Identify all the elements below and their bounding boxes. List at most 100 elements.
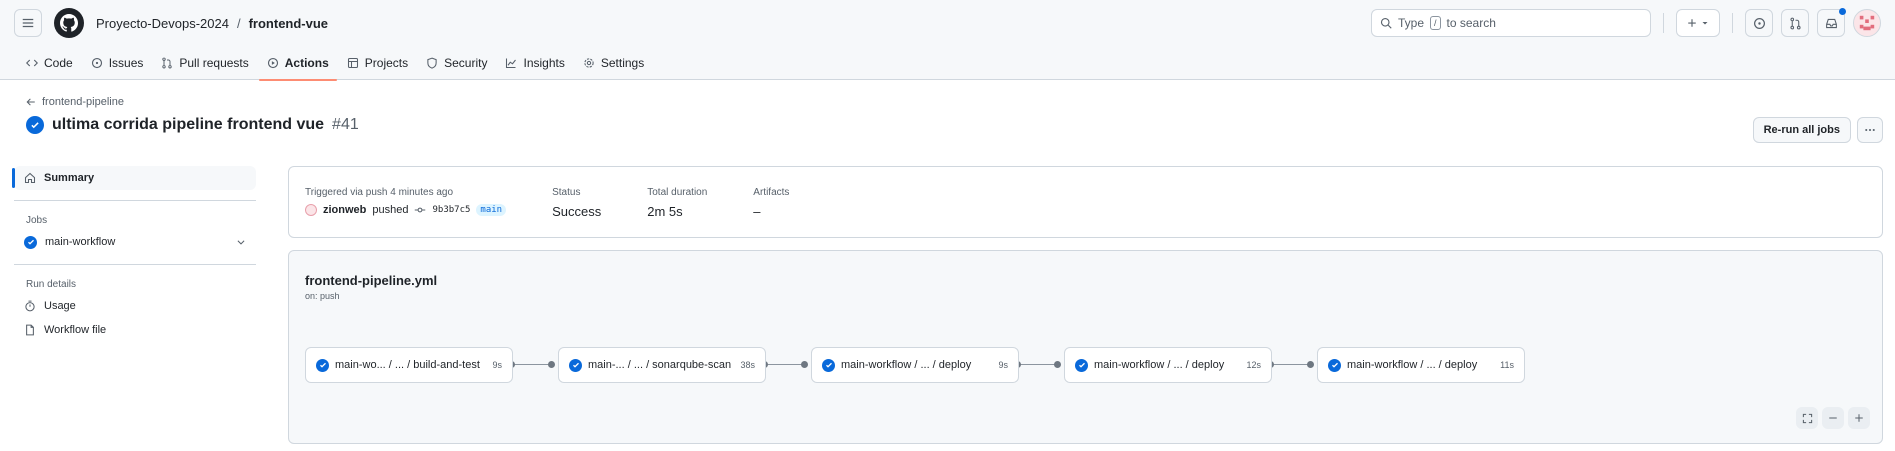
actor-name[interactable]: zionweb bbox=[323, 204, 366, 216]
run-summary-card: Triggered via push 4 minutes ago zionweb… bbox=[288, 166, 1883, 238]
sidebar-item-usage[interactable]: Usage bbox=[14, 294, 256, 318]
zoom-in-button[interactable] bbox=[1848, 407, 1870, 429]
app-header: Proyecto-Devops-2024 / frontend-vue Type… bbox=[0, 0, 1895, 81]
job-name: main-workflow / ... / deploy bbox=[841, 359, 972, 371]
code-icon bbox=[26, 59, 38, 67]
tab-issues[interactable]: Issues bbox=[83, 56, 152, 80]
more-options-button[interactable] bbox=[1857, 117, 1883, 143]
search-shortcut-key: / bbox=[1430, 16, 1441, 30]
graph-icon bbox=[506, 58, 517, 69]
divider bbox=[1732, 13, 1733, 33]
run-number: #41 bbox=[332, 116, 359, 133]
check-circle-fill-icon bbox=[569, 358, 582, 372]
artifacts-label: Artifacts bbox=[753, 187, 790, 198]
tab-code[interactable]: Code bbox=[18, 56, 81, 80]
job-name: main-wo... / ... / build-and-test bbox=[335, 359, 480, 371]
issues-button[interactable] bbox=[1745, 9, 1773, 37]
tab-insights[interactable]: Insights bbox=[497, 56, 572, 80]
stopwatch-icon bbox=[25, 300, 35, 312]
status-label: Status bbox=[552, 187, 581, 198]
duration-value: 2m 5s bbox=[647, 204, 683, 219]
tab-label: Security bbox=[444, 56, 488, 70]
git-pull-request-icon bbox=[1789, 17, 1801, 29]
job-node-deploy-2[interactable]: main-workflow / ... / deploy 12s bbox=[1064, 347, 1272, 383]
file-icon bbox=[26, 324, 34, 336]
table-icon bbox=[347, 57, 358, 69]
github-logo-icon[interactable] bbox=[54, 8, 84, 38]
divider bbox=[1663, 13, 1664, 33]
menu-button[interactable] bbox=[14, 9, 42, 37]
org-link[interactable]: Proyecto-Devops-2024 bbox=[96, 16, 229, 31]
issue-opened-icon bbox=[1753, 17, 1765, 29]
workflow-file-name: frontend-pipeline.yml bbox=[305, 273, 438, 288]
sidebar-item-label: Summary bbox=[44, 172, 95, 184]
arrow-left-icon bbox=[26, 98, 35, 106]
job-node-deploy-3[interactable]: main-workflow / ... / deploy 11s bbox=[1317, 347, 1525, 383]
run-sidebar: Summary Jobs main-workflow Run details U… bbox=[12, 166, 256, 342]
search-icon bbox=[1380, 17, 1392, 29]
status-section: Status Success bbox=[552, 187, 601, 219]
check-circle-fill-icon bbox=[1075, 358, 1088, 372]
job-name: main-... / ... / sonarqube-scan bbox=[588, 359, 732, 371]
notification-dot bbox=[1839, 8, 1846, 15]
sidebar-item-summary[interactable]: Summary bbox=[12, 166, 256, 190]
tab-pull-requests[interactable]: Pull requests bbox=[153, 56, 256, 80]
fullscreen-button[interactable] bbox=[1796, 407, 1818, 429]
job-node-deploy-1[interactable]: main-workflow / ... / deploy 9s bbox=[811, 347, 1019, 383]
check-circle-fill-icon bbox=[26, 116, 44, 134]
repo-link[interactable]: frontend-vue bbox=[249, 16, 328, 31]
sidebar-item-workflow-file[interactable]: Workflow file bbox=[14, 318, 256, 342]
job-port bbox=[1307, 361, 1314, 368]
header-actions: Type / to search bbox=[1371, 8, 1881, 37]
back-link-label: frontend-pipeline bbox=[42, 96, 124, 108]
tab-label: Issues bbox=[108, 56, 144, 70]
job-node-build-and-test[interactable]: main-wo... / ... / build-and-test 9s bbox=[305, 347, 513, 383]
user-avatar[interactable] bbox=[1853, 9, 1881, 37]
pull-requests-button[interactable] bbox=[1781, 9, 1809, 37]
sidebar-item-label: Usage bbox=[44, 300, 76, 312]
commit-sha[interactable]: 9b3b7c5 bbox=[432, 205, 470, 215]
job-duration: 9s bbox=[492, 360, 502, 370]
artifacts-section: Artifacts – bbox=[753, 187, 790, 219]
git-commit-icon bbox=[415, 207, 426, 213]
trigger-action: pushed bbox=[372, 204, 409, 216]
hamburger-icon bbox=[22, 18, 34, 28]
shield-icon bbox=[427, 57, 437, 69]
job-name: main-workflow / ... / deploy bbox=[1094, 359, 1225, 371]
run-actions: Re-run all jobs bbox=[1752, 117, 1883, 143]
sidebar-item-label: main-workflow bbox=[45, 236, 116, 248]
duration-label: Total duration bbox=[647, 187, 708, 198]
zoom-out-button[interactable] bbox=[1822, 407, 1844, 429]
chevron-down-icon[interactable] bbox=[236, 237, 246, 247]
tab-security[interactable]: Security bbox=[418, 56, 495, 80]
back-to-workflow-link[interactable]: frontend-pipeline bbox=[26, 96, 1895, 108]
job-connector bbox=[764, 364, 804, 365]
plus-icon bbox=[1855, 414, 1863, 422]
tab-projects[interactable]: Projects bbox=[339, 56, 416, 80]
issue-opened-icon bbox=[91, 57, 102, 69]
tab-label: Actions bbox=[284, 56, 329, 70]
divider bbox=[14, 200, 256, 201]
tab-label: Settings bbox=[600, 56, 645, 70]
check-circle-fill-icon bbox=[316, 358, 329, 372]
trigger-details: zionweb pushed 9b3b7c5 main bbox=[305, 204, 507, 216]
inbox-button[interactable] bbox=[1817, 8, 1846, 37]
run-title-text: ultima corrida pipeline frontend vue bbox=[52, 116, 325, 133]
artifacts-value: – bbox=[753, 204, 761, 219]
tab-settings[interactable]: Settings bbox=[575, 56, 652, 80]
branch-label[interactable]: main bbox=[476, 204, 507, 216]
job-node-sonarqube-scan[interactable]: main-... / ... / sonarqube-scan 38s bbox=[558, 347, 766, 383]
dash-icon bbox=[1829, 417, 1837, 419]
play-icon bbox=[267, 57, 278, 69]
divider bbox=[14, 264, 256, 265]
graph-zoom-controls bbox=[1796, 407, 1870, 429]
sidebar-item-main-workflow[interactable]: main-workflow bbox=[14, 230, 256, 254]
rerun-all-jobs-button[interactable]: Re-run all jobs bbox=[1752, 117, 1851, 143]
trigger-section: Triggered via push 4 minutes ago zionweb… bbox=[305, 187, 507, 217]
tab-actions[interactable]: Actions bbox=[258, 56, 337, 81]
search-input[interactable]: Type / to search bbox=[1371, 9, 1651, 37]
kebab-horizontal-icon bbox=[1865, 128, 1875, 132]
job-duration: 12s bbox=[1246, 360, 1261, 370]
create-new-button[interactable] bbox=[1676, 9, 1720, 37]
job-duration: 11s bbox=[1500, 360, 1514, 370]
